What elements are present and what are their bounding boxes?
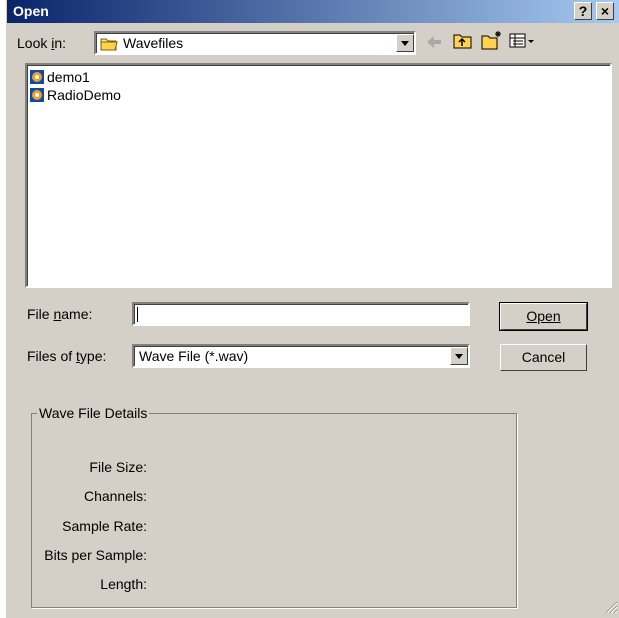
file-name: RadioDemo xyxy=(47,87,121,103)
text-cursor xyxy=(137,307,138,322)
file-name-input[interactable] xyxy=(132,302,470,326)
new-folder-icon[interactable] xyxy=(481,30,503,53)
length-label: Length: xyxy=(100,576,147,592)
media-file-icon xyxy=(29,69,45,85)
open-button-label: Open xyxy=(526,308,561,324)
sample-rate-label: Sample Rate: xyxy=(62,518,147,534)
channels-label: Channels: xyxy=(83,488,147,504)
up-folder-icon[interactable] xyxy=(453,32,473,53)
title-bar[interactable]: Open ? × xyxy=(7,0,619,23)
file-list[interactable]: demo1 RadioDemo xyxy=(25,63,612,288)
file-name: demo1 xyxy=(47,69,90,85)
files-of-type-dropdown-button[interactable] xyxy=(450,347,468,365)
file-size-label: File Size: xyxy=(89,459,147,475)
folder-icon xyxy=(100,36,118,54)
files-of-type-combo[interactable]: Wave File (*.wav) xyxy=(132,344,470,368)
look-in-label: Look in: xyxy=(17,35,67,51)
look-in-value: Wavefiles xyxy=(123,35,184,51)
details-group-title: Wave File Details xyxy=(37,405,150,421)
files-of-type-label: Files of type: xyxy=(27,348,107,364)
cancel-button-label: Cancel xyxy=(521,349,566,365)
open-button[interactable]: Open xyxy=(499,302,588,331)
look-in-dropdown-button[interactable] xyxy=(396,34,414,52)
bits-per-sample-label: Bits per Sample: xyxy=(44,547,147,563)
media-file-icon xyxy=(29,87,45,103)
close-button[interactable]: × xyxy=(596,2,614,20)
help-button[interactable]: ? xyxy=(574,2,592,20)
open-dialog: Open ? × Look in: Wavefiles demo1 RadioD… xyxy=(6,0,619,618)
resize-grip-icon[interactable] xyxy=(604,600,618,617)
window-title: Open xyxy=(13,3,49,19)
files-of-type-value: Wave File (*.wav) xyxy=(139,348,249,364)
file-name-label: File name: xyxy=(27,306,93,322)
cancel-button[interactable]: Cancel xyxy=(500,344,587,371)
look-in-combo[interactable]: Wavefiles xyxy=(94,31,416,55)
back-icon[interactable] xyxy=(425,33,443,54)
view-menu-icon[interactable] xyxy=(509,32,535,53)
